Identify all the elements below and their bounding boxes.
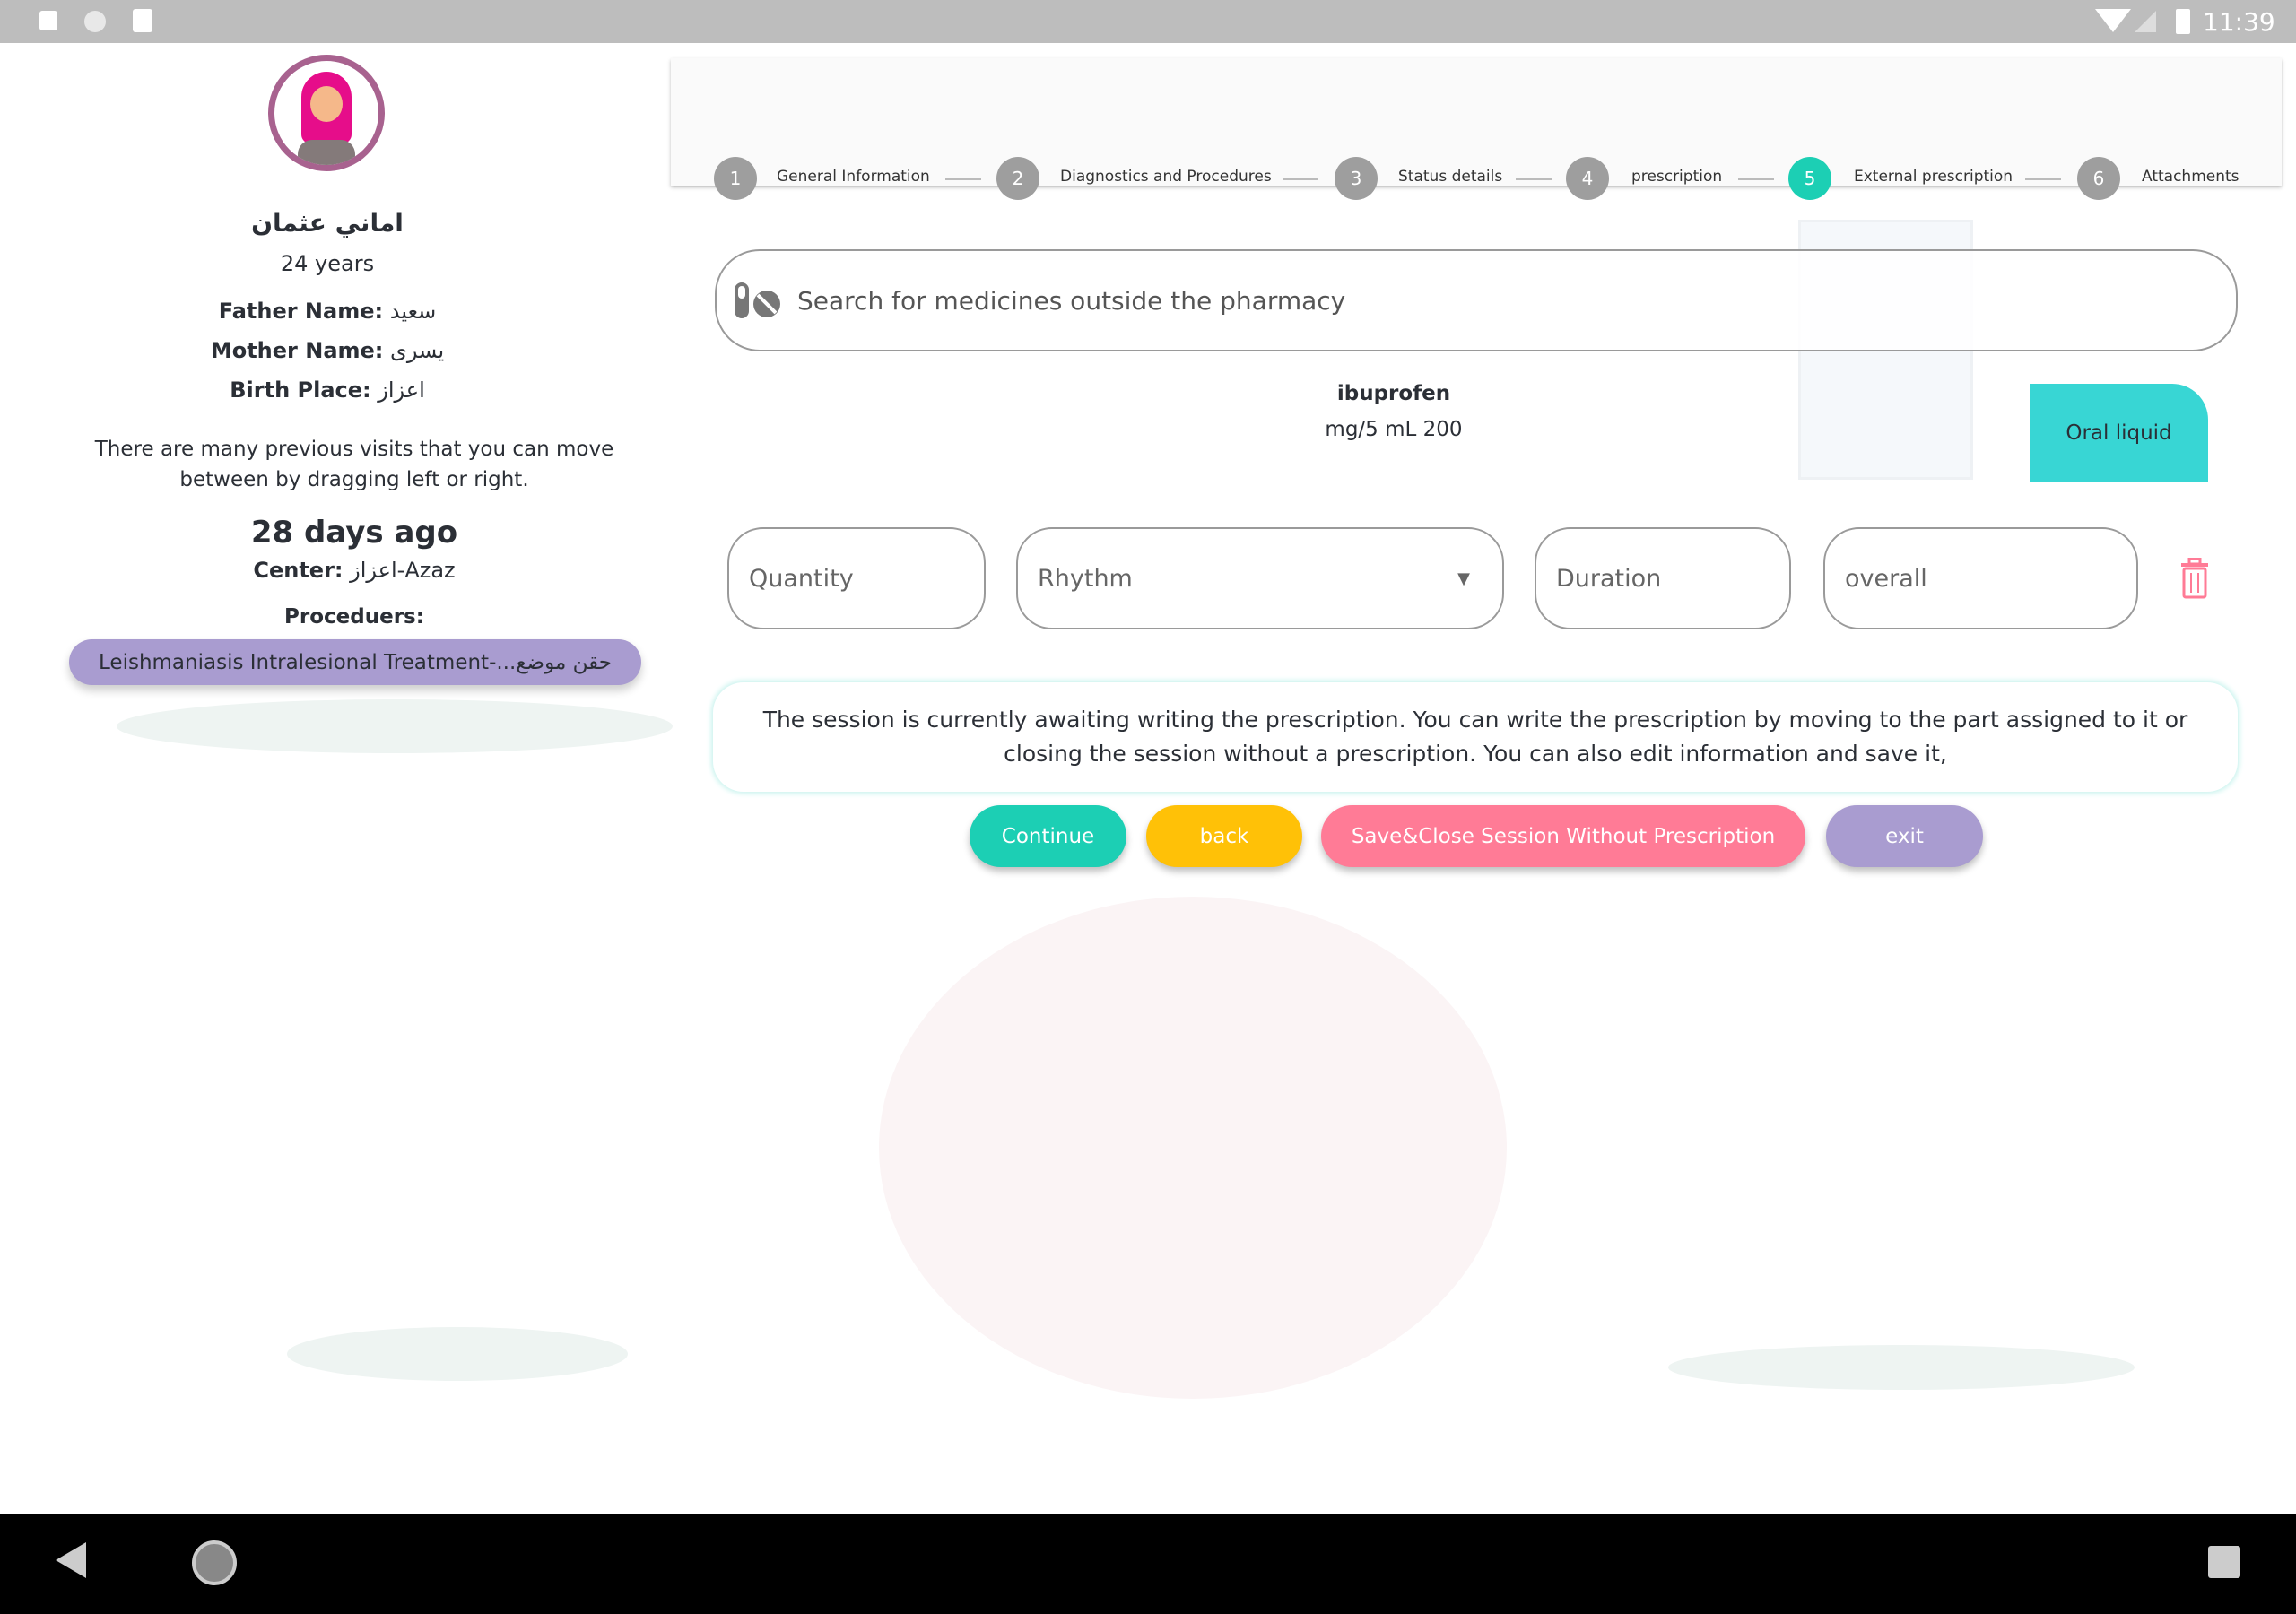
step-divider — [945, 178, 981, 180]
medicine-form-badge: Oral liquid — [2030, 384, 2208, 482]
center-label: Center: — [253, 558, 344, 583]
step-6-label[interactable]: Attachments — [2142, 168, 2239, 186]
back-button[interactable]: back — [1146, 805, 1302, 867]
home-nav-icon[interactable] — [192, 1540, 237, 1585]
status-bar: 11:39 — [0, 0, 2296, 43]
step-divider — [2025, 178, 2061, 180]
avatar — [268, 55, 385, 171]
continue-button[interactable]: Continue — [970, 805, 1126, 867]
background-shadow — [287, 1327, 628, 1381]
background-shadow — [117, 699, 673, 753]
birth-value: اعزاز — [378, 377, 425, 403]
background-illustration — [879, 897, 1507, 1399]
medicine-search-input[interactable]: Search for medicines outside the pharmac… — [715, 249, 2238, 351]
step-divider — [1738, 178, 1774, 180]
step-4[interactable]: 4 — [1566, 157, 1609, 200]
quantity-input[interactable]: Quantity — [727, 527, 986, 629]
navigation-bar — [0, 1514, 2296, 1614]
step-divider — [1283, 178, 1318, 180]
save-close-session-button[interactable]: Save&Close Session Without Prescription — [1321, 805, 1805, 867]
birth-place-row: Birth Place: اعزاز — [0, 377, 655, 403]
stepper: 1 General Information 2 Diagnostics and … — [671, 58, 2282, 200]
step-5-label[interactable]: External prescription — [1854, 168, 2013, 186]
duration-input[interactable]: Duration — [1535, 527, 1791, 629]
step-2-label[interactable]: Diagnostics and Procedures — [1060, 168, 1272, 186]
trash-icon[interactable] — [2179, 558, 2210, 599]
medicine-name: ibuprofen — [1336, 382, 1451, 405]
step-5-active[interactable]: 5 — [1788, 157, 1831, 200]
step-1-label[interactable]: General Information — [777, 168, 930, 186]
step-divider — [1516, 178, 1552, 180]
center-value: اعزاز-Azaz — [350, 558, 456, 583]
step-4-label[interactable]: prescription — [1631, 168, 1722, 186]
exit-button[interactable]: exit — [1826, 805, 1983, 867]
overall-input[interactable]: overall — [1823, 527, 2138, 629]
step-3[interactable]: 3 — [1335, 157, 1378, 200]
pills-icon — [735, 282, 780, 318]
patient-name: اماني عثمان — [251, 208, 404, 238]
rhythm-placeholder: Rhythm — [1038, 564, 1133, 593]
procedure-chip[interactable]: Leishmaniasis Intralesional Treatment-..… — [69, 639, 641, 685]
father-name-row: Father Name: سعيد — [0, 299, 655, 324]
recents-nav-icon[interactable] — [2208, 1546, 2240, 1578]
battery-icon — [2176, 9, 2190, 34]
mother-label: Mother Name: — [210, 338, 384, 363]
signal-icon — [2135, 11, 2156, 32]
center-row: Center: اعزاز-Azaz — [0, 558, 709, 583]
father-value: سعيد — [389, 299, 437, 324]
dropdown-arrow-icon: ▼ — [1457, 568, 1470, 588]
search-placeholder: Search for medicines outside the pharmac… — [797, 285, 1346, 316]
medicine-dose: mg/5 mL 200 — [1325, 418, 1463, 441]
mother-value: يسرى — [390, 338, 445, 363]
visit-time[interactable]: 28 days ago — [0, 515, 709, 551]
wifi-icon — [2095, 9, 2131, 32]
session-status-message: The session is currently awaiting writin… — [713, 682, 2238, 792]
step-1[interactable]: 1 — [714, 157, 757, 200]
step-2[interactable]: 2 — [996, 157, 1039, 200]
mother-name-row: Mother Name: يسرى — [0, 338, 655, 363]
back-nav-icon[interactable] — [56, 1542, 86, 1578]
step-3-label[interactable]: Status details — [1398, 168, 1502, 186]
clock: 11:39 — [2203, 7, 2275, 37]
patient-age: 24 years — [280, 251, 375, 276]
procedures-label: Proceduers: — [284, 605, 424, 629]
background-shadow — [1668, 1345, 2135, 1390]
keyboard-icon — [39, 11, 57, 30]
father-label: Father Name: — [218, 299, 384, 324]
sync-icon — [84, 11, 106, 32]
sd-card-icon — [133, 9, 152, 32]
rhythm-select[interactable]: Rhythm ▼ — [1016, 527, 1504, 629]
step-6[interactable]: 6 — [2077, 157, 2120, 200]
birth-label: Birth Place: — [230, 377, 371, 403]
visits-hint: There are many previous visits that you … — [94, 438, 614, 491]
